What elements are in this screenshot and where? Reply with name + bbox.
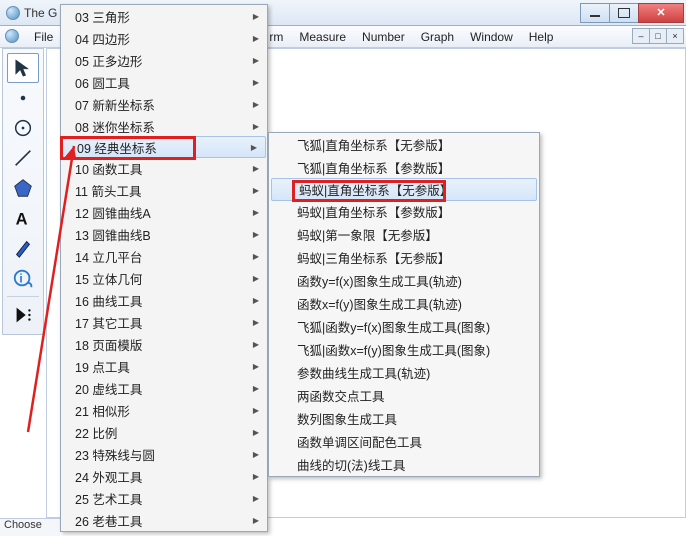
submenu-item[interactable]: 04 四边形	[61, 27, 267, 49]
submenu-item[interactable]: 07 新新坐标系	[61, 93, 267, 115]
maximize-button[interactable]	[609, 3, 639, 23]
submenu2-item[interactable]: 飞狐|函数y=f(x)图象生成工具(图象)	[269, 315, 539, 338]
submenu-item[interactable]: 21 相似形	[61, 399, 267, 421]
submenu-item[interactable]: 03 三角形	[61, 5, 267, 27]
submenu2-item[interactable]: 飞狐|直角坐标系【参数版】	[269, 156, 539, 179]
submenu-item[interactable]: 19 点工具	[61, 355, 267, 377]
menu-help[interactable]: Help	[521, 28, 562, 46]
submenu-item[interactable]: 11 箭头工具	[61, 179, 267, 201]
coordinate-submenu: 飞狐|直角坐标系【无参版】飞狐|直角坐标系【参数版】蚂蚁|直角坐标系【无参版】蚂…	[268, 132, 540, 477]
menu-window[interactable]: Window	[462, 28, 521, 46]
submenu-item[interactable]: 16 曲线工具	[61, 289, 267, 311]
submenu-item[interactable]: 22 比例	[61, 421, 267, 443]
text-tool[interactable]: A	[7, 203, 39, 233]
submenu-item[interactable]: 25 艺术工具	[61, 487, 267, 509]
menu-file[interactable]: File	[26, 28, 61, 46]
submenu-item[interactable]: 13 圆锥曲线B	[61, 223, 267, 245]
submenu-item[interactable]: 20 虚线工具	[61, 377, 267, 399]
submenu2-item[interactable]: 参数曲线生成工具(轨迹)	[269, 361, 539, 384]
submenu-item[interactable]: 24 外观工具	[61, 465, 267, 487]
line-tool[interactable]	[7, 143, 39, 173]
submenu2-item[interactable]: 飞狐|直角坐标系【无参版】	[269, 133, 539, 156]
info-tool[interactable]: i	[7, 263, 39, 293]
submenu2-item[interactable]: 蚂蚁|三角坐标系【无参版】	[269, 246, 539, 269]
arrow-tool[interactable]	[7, 53, 39, 83]
svg-text:A: A	[16, 210, 28, 228]
point-tool[interactable]	[7, 83, 39, 113]
close-button[interactable]	[638, 3, 684, 23]
submenu-item[interactable]: 15 立体几何	[61, 267, 267, 289]
window-title: The G	[24, 6, 57, 20]
status-text: Choose	[4, 519, 42, 531]
submenu2-item[interactable]: 曲线的切(法)线工具	[269, 453, 539, 476]
submenu2-item[interactable]: 数列图象生成工具	[269, 407, 539, 430]
submenu2-item[interactable]: 两函数交点工具	[269, 384, 539, 407]
status-bar: Choose	[0, 518, 60, 536]
submenu-item[interactable]: 14 立几平台	[61, 245, 267, 267]
mdi-restore-button[interactable]: □	[649, 28, 667, 44]
submenu-item[interactable]: 05 正多边形	[61, 49, 267, 71]
submenu-item[interactable]: 23 特殊线与圆	[61, 443, 267, 465]
submenu2-item[interactable]: 蚂蚁|直角坐标系【无参版】	[271, 178, 537, 201]
tool-palette: A i	[2, 48, 44, 335]
menu-number[interactable]: Number	[354, 28, 413, 46]
submenu-item[interactable]: 06 圆工具	[61, 71, 267, 93]
submenu-item[interactable]: 18 页面模版	[61, 333, 267, 355]
doc-icon	[5, 29, 19, 43]
submenu2-item[interactable]: 飞狐|函数x=f(y)图象生成工具(图象)	[269, 338, 539, 361]
tools-submenu: 03 三角形04 四边形05 正多边形06 圆工具07 新新坐标系08 迷你坐标…	[60, 4, 268, 532]
app-icon	[6, 6, 20, 20]
custom-tool[interactable]	[7, 300, 39, 330]
submenu-item[interactable]: 08 迷你坐标系	[61, 115, 267, 137]
submenu2-item[interactable]: 蚂蚁|第一象限【无参版】	[269, 223, 539, 246]
svg-text:i: i	[19, 272, 22, 286]
menu-graph[interactable]: Graph	[413, 28, 462, 46]
pen-tool[interactable]	[7, 233, 39, 263]
minimize-button[interactable]	[580, 3, 610, 23]
submenu2-item[interactable]: 函数x=f(y)图象生成工具(轨迹)	[269, 292, 539, 315]
submenu-item[interactable]: 09 经典坐标系	[62, 136, 266, 158]
menu-measure[interactable]: Measure	[291, 28, 354, 46]
submenu-item[interactable]: 26 老巷工具	[61, 509, 267, 531]
mdi-minimize-button[interactable]: –	[632, 28, 650, 44]
submenu-item[interactable]: 17 其它工具	[61, 311, 267, 333]
circle-tool[interactable]	[7, 113, 39, 143]
polygon-tool[interactable]	[7, 173, 39, 203]
submenu2-item[interactable]: 蚂蚁|直角坐标系【参数版】	[269, 200, 539, 223]
submenu2-item[interactable]: 函数y=f(x)图象生成工具(轨迹)	[269, 269, 539, 292]
submenu-item[interactable]: 10 函数工具	[61, 157, 267, 179]
submenu-item[interactable]: 12 圆锥曲线A	[61, 201, 267, 223]
mdi-close-button[interactable]: ×	[666, 28, 684, 44]
submenu2-item[interactable]: 函数单调区间配色工具	[269, 430, 539, 453]
